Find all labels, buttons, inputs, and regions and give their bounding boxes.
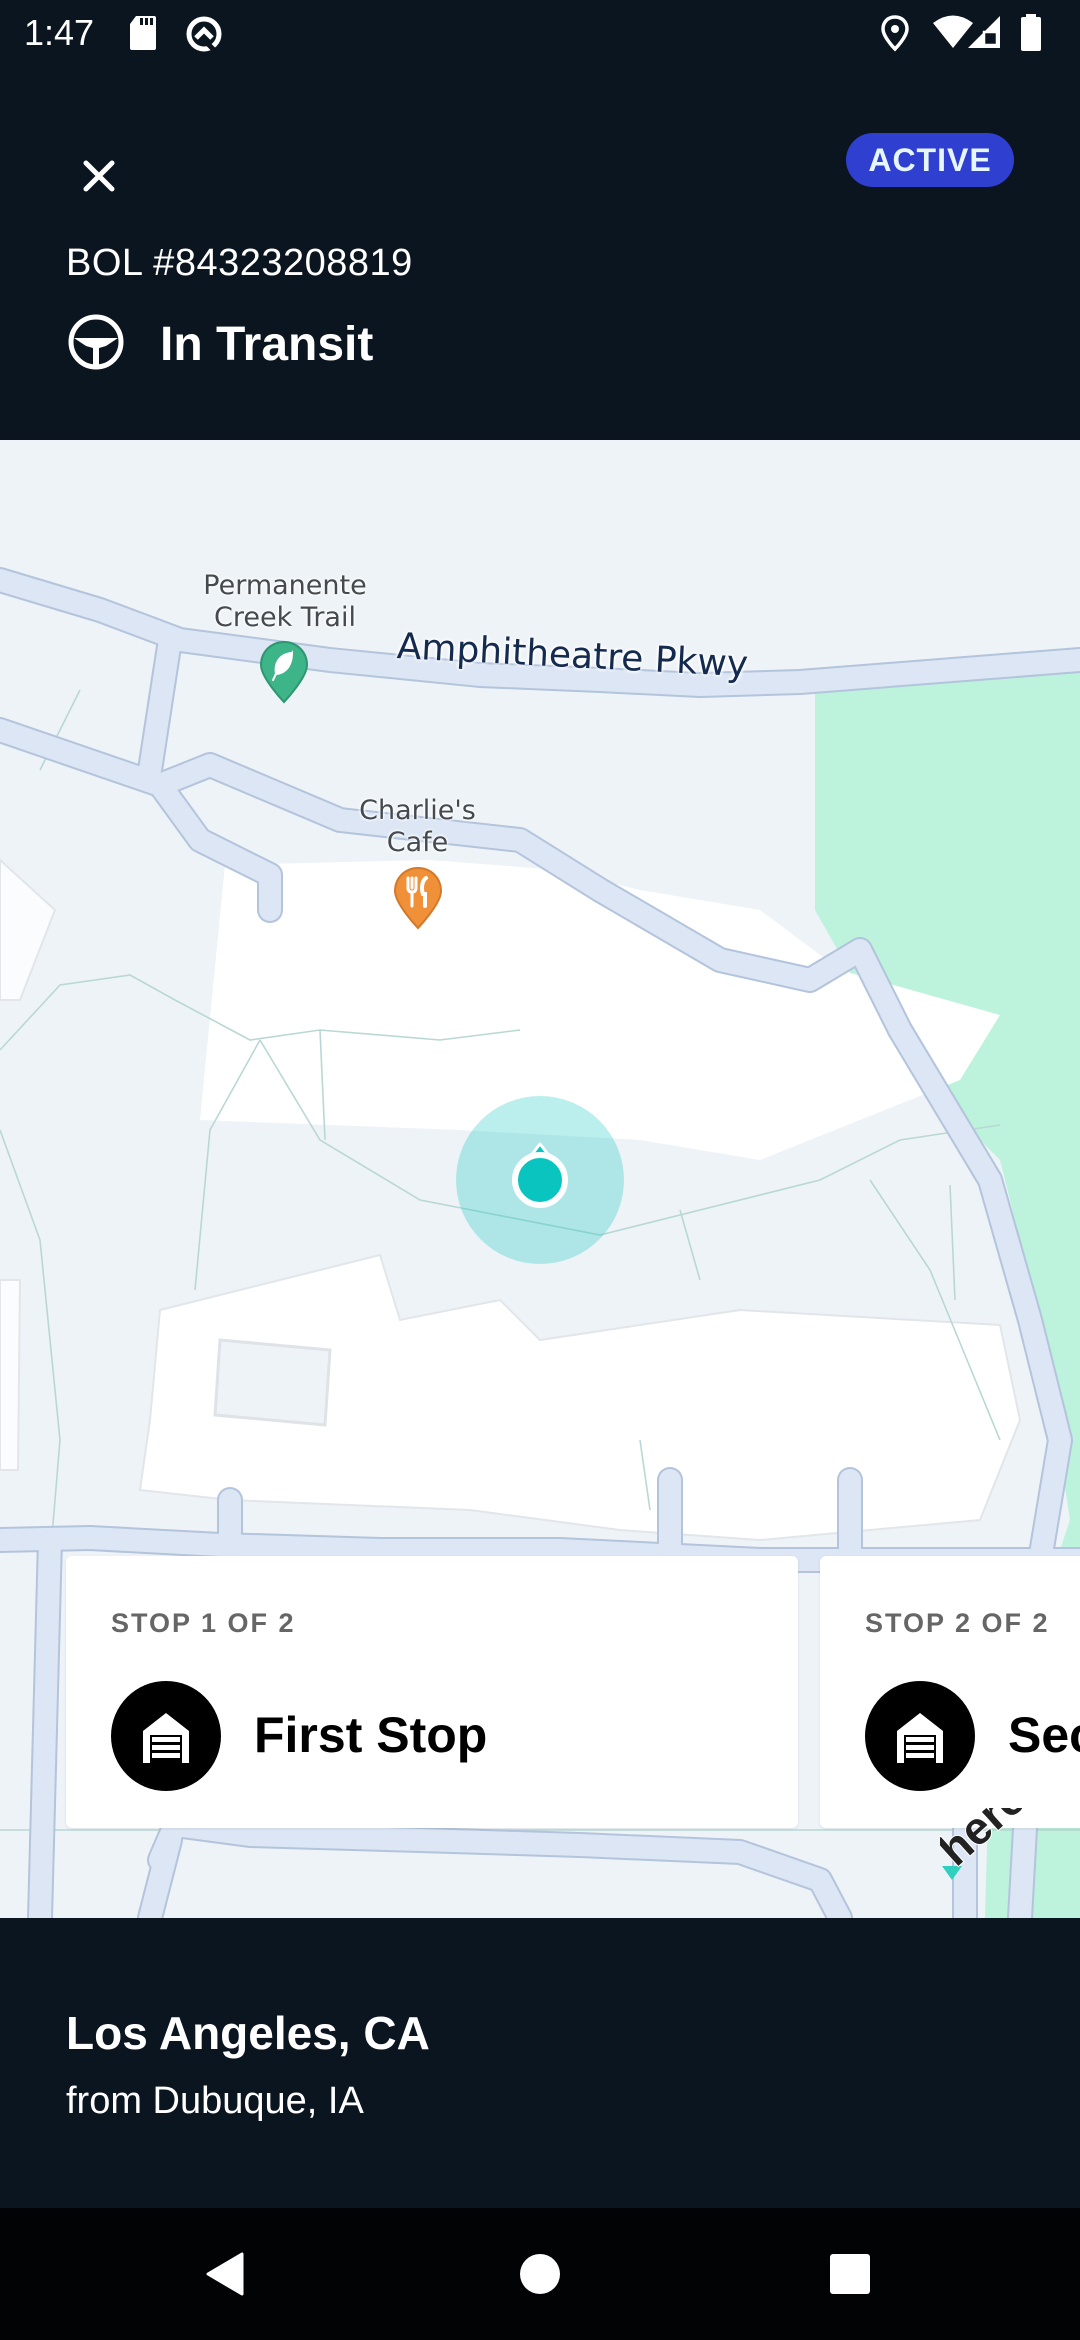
close-icon (83, 160, 115, 192)
warehouse-icon (111, 1681, 221, 1791)
park-leaf-icon[interactable] (259, 640, 309, 709)
signal-icon (966, 14, 1002, 55)
battery-icon (1020, 14, 1042, 57)
header: ACTIVE BOL #84323208819 In Transit (0, 66, 1080, 440)
shipment-detail-screen: 1:47 ACTIVE BOL #84323208819 In Transit … (0, 0, 1080, 2340)
stop-index-label: STOP 2 OF 2 (865, 1608, 1050, 1638)
poi-label-line: Creek Trail (214, 602, 356, 633)
poi-label-line: Cafe (386, 827, 449, 858)
back-button[interactable] (160, 2208, 292, 2340)
stop-title: Second Stop (1008, 1707, 1080, 1763)
poi-label-charlies-cafe[interactable]: Charlie's Cafe (330, 795, 505, 859)
home-icon (520, 2254, 560, 2294)
building-courtyard (213, 1338, 332, 1427)
status-bar: 1:47 (0, 0, 1080, 66)
home-button[interactable] (474, 2208, 606, 2340)
restaurant-icon[interactable] (393, 866, 443, 935)
status-time: 1:47 (24, 12, 95, 53)
back-icon (206, 2252, 244, 2296)
poi-label-line: Charlie's (359, 795, 476, 826)
building (0, 1279, 22, 1471)
route-summary[interactable]: Los Angeles, CA from Dubuque, IA (0, 1918, 1080, 2208)
poi-label-line: Permanente (203, 570, 367, 601)
status-badge: ACTIVE (846, 133, 1014, 187)
stop-card[interactable]: STOP 1 OF 2 First Stop (66, 1556, 798, 1828)
stop-title: First Stop (254, 1707, 488, 1763)
origin-label: from Dubuque, IA (66, 2080, 364, 2122)
poi-label-permanente-creek-trail[interactable]: Permanente Creek Trail (190, 570, 380, 634)
current-location-icon (456, 1096, 624, 1264)
stop-card[interactable]: STOP 2 OF 2 Second Stop (820, 1556, 1080, 1828)
shipment-status: In Transit (66, 312, 373, 377)
status-label: In Transit (160, 318, 374, 371)
destination-label: Los Angeles, CA (66, 2007, 430, 2059)
sd-card-icon (128, 14, 158, 57)
location-icon (880, 14, 910, 57)
here-logo-text: here (940, 1808, 1030, 1875)
system-nav-bar (0, 2208, 1080, 2340)
here-logo-icon: here (927, 1771, 1036, 1893)
stop-index-label: STOP 1 OF 2 (111, 1608, 296, 1638)
recents-icon (830, 2254, 870, 2294)
building (0, 858, 57, 1001)
steering-wheel-icon (66, 312, 126, 377)
bol-number: BOL #84323208819 (66, 242, 413, 284)
close-button[interactable] (66, 143, 132, 209)
q-logo-icon (184, 14, 224, 59)
warehouse-icon (865, 1681, 975, 1791)
recents-button[interactable] (784, 2208, 916, 2340)
